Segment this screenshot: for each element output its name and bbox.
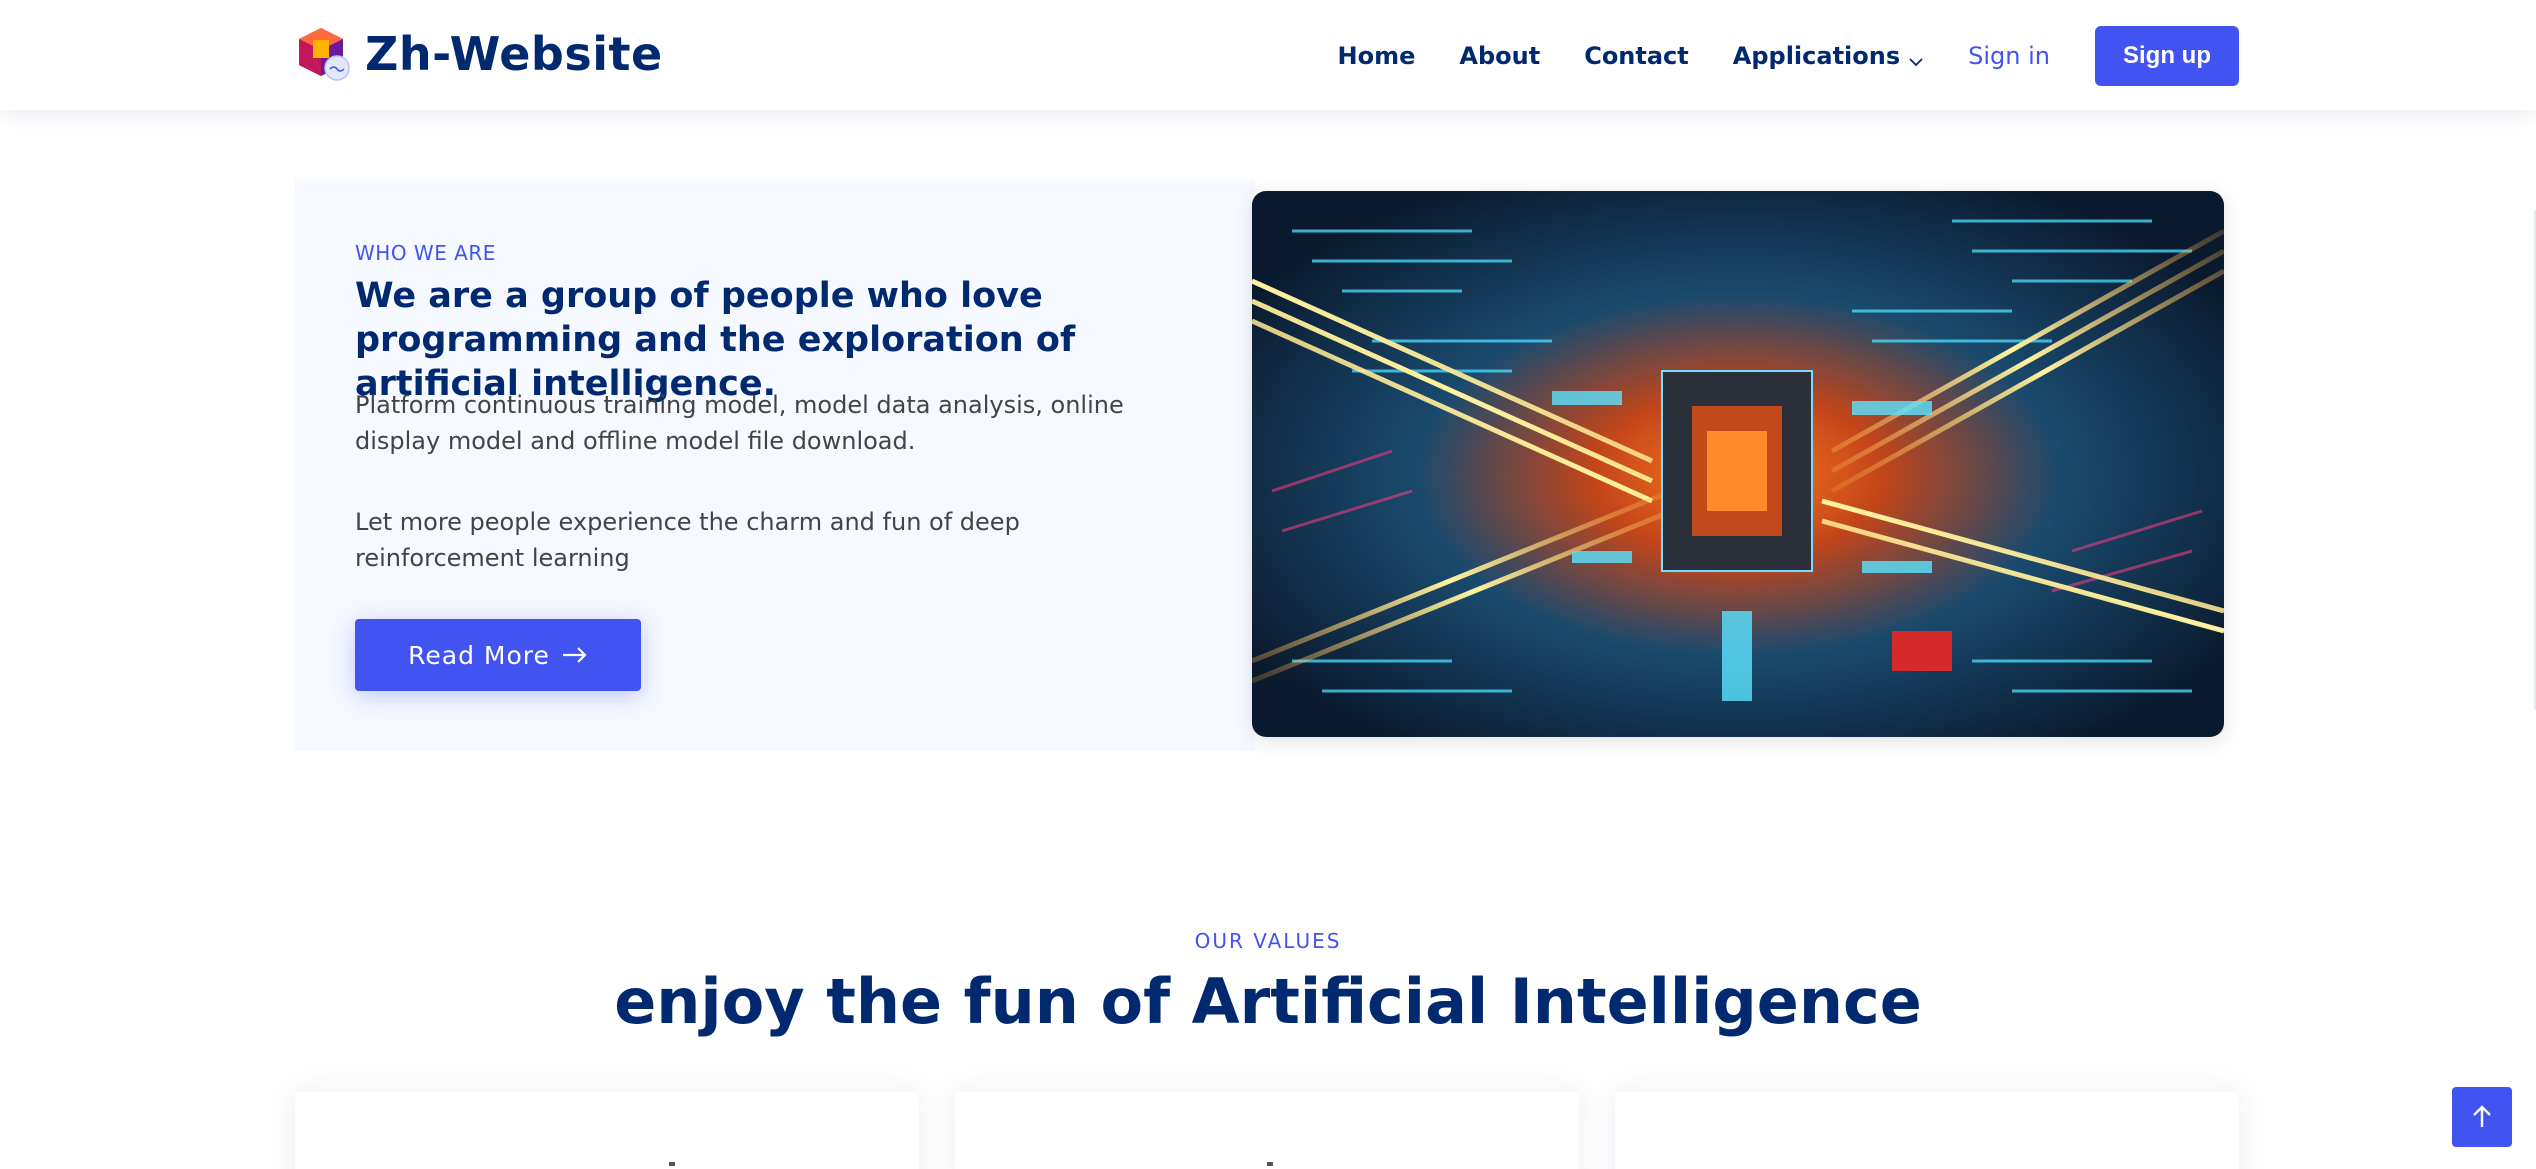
values-subtitle: OUR VALUES xyxy=(1194,929,1342,953)
back-to-top-button[interactable] xyxy=(2452,1087,2512,1147)
signin-link[interactable]: Sign in xyxy=(1968,42,2050,70)
value-card-mark xyxy=(1267,1162,1273,1166)
cube-logo-icon xyxy=(293,24,353,84)
value-card xyxy=(955,1092,1579,1169)
main-nav: Home About Contact Applications Sign in … xyxy=(1294,26,2239,86)
circuit-board-image xyxy=(1252,191,2224,737)
arrow-up-icon xyxy=(2473,1105,2491,1127)
value-card xyxy=(1615,1092,2239,1169)
brand-name: Zh-Website xyxy=(365,27,663,81)
values-title: enjoy the fun of Artificial Intelligence xyxy=(614,965,1922,1038)
site-header: Zh-Website Home About Contact Applicatio… xyxy=(0,0,2536,110)
chevron-down-icon xyxy=(1908,48,1924,67)
nav-about[interactable]: About xyxy=(1459,42,1540,70)
signup-button[interactable]: Sign up xyxy=(2095,26,2239,86)
nav-home[interactable]: Home xyxy=(1338,42,1416,70)
value-card-mark xyxy=(669,1162,675,1166)
brand-logo-link[interactable]: Zh-Website xyxy=(293,24,663,84)
arrow-right-icon xyxy=(562,641,588,670)
about-section: WHO WE ARE We are a group of people who … xyxy=(295,179,2238,751)
about-content-card: WHO WE ARE We are a group of people who … xyxy=(295,179,1255,751)
nav-applications[interactable]: Applications xyxy=(1733,42,1924,70)
nav-contact[interactable]: Contact xyxy=(1584,42,1689,70)
about-subtitle: WHO WE ARE xyxy=(355,241,496,265)
about-paragraph-1: Platform continuous training model, mode… xyxy=(355,391,1124,455)
read-more-button[interactable]: Read More xyxy=(355,619,641,691)
value-card xyxy=(295,1092,919,1169)
read-more-label: Read More xyxy=(408,640,550,670)
about-paragraph-2: Let more people experience the charm and… xyxy=(355,508,1020,572)
nav-applications-label: Applications xyxy=(1732,42,1901,70)
